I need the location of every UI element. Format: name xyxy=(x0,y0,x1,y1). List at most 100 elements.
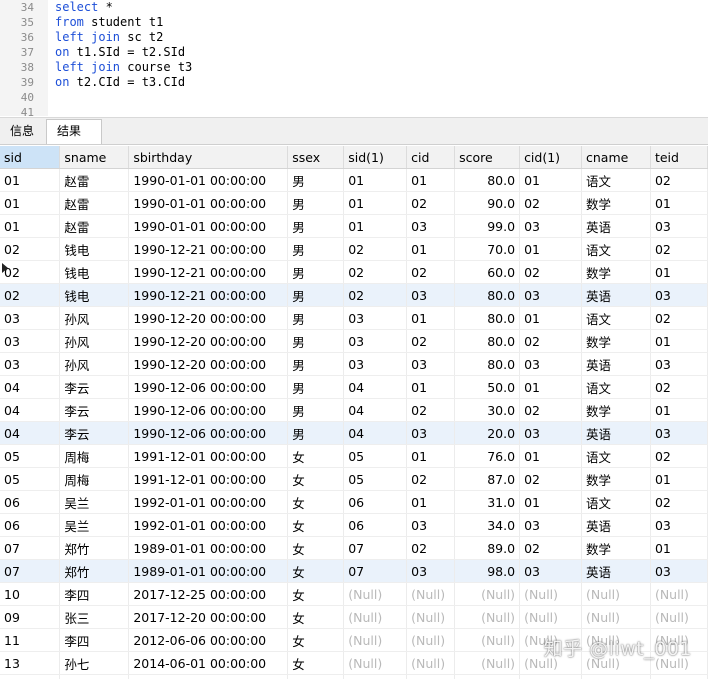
table-cell[interactable]: (Null) xyxy=(406,605,456,629)
table-cell[interactable]: 1992-01-01 00:00:00 xyxy=(128,513,289,537)
table-cell[interactable]: 03 xyxy=(0,306,61,330)
table-cell[interactable]: 1992-01-01 00:00:00 xyxy=(128,490,289,514)
table-cell[interactable]: 03 xyxy=(519,214,582,238)
table-cell[interactable]: (Null) xyxy=(581,582,651,606)
table-cell[interactable]: 01 xyxy=(519,306,582,330)
table-cell[interactable]: 1990-01-01 00:00:00 xyxy=(128,214,289,238)
result-grid[interactable]: sid sname sbirthday ssex sid(1) cid score cid(1… xyxy=(0,146,708,679)
table-cell[interactable]: 99.0 xyxy=(454,214,521,238)
table-cell[interactable]: 01 xyxy=(650,191,708,215)
table-cell[interactable]: 05 xyxy=(343,444,408,468)
table-cell[interactable]: 吴兰 xyxy=(59,490,130,514)
table-cell[interactable]: 90.0 xyxy=(454,191,521,215)
table-cell[interactable]: 04 xyxy=(0,398,61,422)
table-cell[interactable]: 男 xyxy=(287,191,345,215)
table-row[interactable]: 05 周梅 1991-12-01 00:00:00 女 05 02 87.0 02 数学 01 xyxy=(0,467,708,491)
table-cell[interactable]: 2017-12-20 00:00:00 xyxy=(128,605,289,629)
table-cell[interactable]: 04 xyxy=(0,421,61,445)
table-cell[interactable]: 31.0 xyxy=(454,490,521,514)
table-cell[interactable]: 80.0 xyxy=(454,168,521,192)
table-cell[interactable]: 09 xyxy=(0,605,61,629)
table-cell[interactable]: (Null) xyxy=(343,628,408,652)
table-cell[interactable]: 80.0 xyxy=(454,329,521,353)
table-cell[interactable]: (Null) xyxy=(454,605,521,629)
table-cell[interactable]: 女 xyxy=(287,536,345,560)
table-cell[interactable]: 男 xyxy=(287,398,345,422)
table-row[interactable]: 01 赵雷 1990-01-01 00:00:00 男 01 03 99.0 03 英语 03 xyxy=(0,214,708,238)
table-cell[interactable]: 郑竹 xyxy=(59,559,130,583)
table-cell[interactable]: 10 xyxy=(0,582,61,606)
table-cell[interactable]: 01 xyxy=(650,536,708,560)
table-cell[interactable]: 01 xyxy=(406,444,456,468)
table-row[interactable]: 04 李云 1990-12-06 00:00:00 男 04 03 20.0 03 英语 03 xyxy=(0,421,708,445)
table-cell[interactable]: 数学 xyxy=(581,467,651,491)
table-cell[interactable]: 钱电 xyxy=(59,260,130,284)
table-cell[interactable]: 钱电 xyxy=(59,283,130,307)
table-cell[interactable]: 男 xyxy=(287,375,345,399)
table-cell[interactable]: 03 xyxy=(650,352,708,376)
table-row[interactable]: 10 李四 2017-12-25 00:00:00 女 (Null) (Null) (Nul… xyxy=(0,582,708,606)
column-header-sid[interactable]: sid xyxy=(0,146,61,169)
table-cell[interactable]: 李四 xyxy=(59,628,130,652)
table-cell[interactable]: 02 xyxy=(406,191,456,215)
table-cell[interactable]: 02 xyxy=(0,283,61,307)
table-cell[interactable]: 吴兰 xyxy=(59,513,130,537)
table-cell[interactable]: 02 xyxy=(650,490,708,514)
table-cell[interactable]: 02 xyxy=(519,260,582,284)
table-cell[interactable]: 1990-12-20 00:00:00 xyxy=(128,306,289,330)
table-cell[interactable]: 07 xyxy=(0,536,61,560)
table-cell[interactable]: 1990-12-06 00:00:00 xyxy=(128,398,289,422)
sql-editor[interactable]: 34 select * 35 from student t1 36 left join s… xyxy=(0,0,708,119)
column-header-ssex[interactable]: ssex xyxy=(287,146,345,169)
table-cell[interactable]: 李云 xyxy=(59,375,130,399)
table-cell[interactable]: 03 xyxy=(406,352,456,376)
table-cell[interactable]: 80.0 xyxy=(454,306,521,330)
table-cell[interactable]: 05 xyxy=(343,467,408,491)
table-cell[interactable]: 1990-12-21 00:00:00 xyxy=(128,283,289,307)
table-row[interactable]: 06 吴兰 1992-01-01 00:00:00 女 06 03 34.0 03 英语 03 xyxy=(0,513,708,537)
table-cell[interactable]: (Null) xyxy=(343,605,408,629)
table-cell[interactable]: 2014-06-01 00:00:00 xyxy=(128,651,289,675)
table-cell[interactable]: 07 xyxy=(0,559,61,583)
table-cell[interactable]: 语文 xyxy=(581,444,651,468)
table-cell[interactable]: 张三 xyxy=(59,605,130,629)
table-row[interactable]: 04 李云 1990-12-06 00:00:00 男 04 02 30.0 02 数学 01 xyxy=(0,398,708,422)
table-row[interactable]: 02 钱电 1990-12-21 00:00:00 男 02 01 70.0 01 语文 02 xyxy=(0,237,708,261)
column-header-cid[interactable]: cid xyxy=(406,146,456,169)
table-cell[interactable]: 03 xyxy=(0,352,61,376)
table-cell[interactable]: 数学 xyxy=(581,191,651,215)
table-cell[interactable]: 女 xyxy=(287,559,345,583)
table-cell[interactable]: 02 xyxy=(406,398,456,422)
table-cell[interactable]: (Null) xyxy=(406,651,456,675)
table-cell[interactable]: 数学 xyxy=(581,329,651,353)
table-row[interactable]: 02 钱电 1990-12-21 00:00:00 男 02 02 60.0 02 数学 01 xyxy=(0,260,708,284)
table-cell[interactable]: 周梅 xyxy=(59,444,130,468)
table-cell[interactable]: 03 xyxy=(650,513,708,537)
table-cell[interactable]: 女 xyxy=(287,582,345,606)
table-cell[interactable]: 01 xyxy=(0,214,61,238)
table-cell[interactable]: 女 xyxy=(287,628,345,652)
table-cell[interactable]: 12 xyxy=(0,674,61,679)
table-cell[interactable]: 01 xyxy=(650,398,708,422)
table-cell[interactable]: 01 xyxy=(519,490,582,514)
column-header-sbirthday[interactable]: sbirthday xyxy=(128,146,289,169)
table-cell[interactable]: 语文 xyxy=(581,237,651,261)
table-cell[interactable]: 1991-12-01 00:00:00 xyxy=(128,444,289,468)
table-cell[interactable]: 01 xyxy=(406,168,456,192)
table-cell[interactable]: 01 xyxy=(650,260,708,284)
tab-result-1[interactable]: 结果 1 xyxy=(46,119,102,161)
table-cell[interactable]: (Null) xyxy=(406,582,456,606)
table-cell[interactable]: 01 xyxy=(519,168,582,192)
table-cell[interactable]: 03 xyxy=(406,283,456,307)
table-cell[interactable]: 李云 xyxy=(59,398,130,422)
table-cell[interactable]: 13 xyxy=(0,651,61,675)
table-cell[interactable]: 02 xyxy=(519,191,582,215)
table-cell[interactable]: 孙风 xyxy=(59,352,130,376)
table-cell[interactable]: 01 xyxy=(406,237,456,261)
table-cell[interactable]: 80.0 xyxy=(454,352,521,376)
table-cell[interactable]: 01 xyxy=(0,191,61,215)
table-cell[interactable]: 赵雷 xyxy=(59,191,130,215)
table-cell[interactable]: 男 xyxy=(287,329,345,353)
table-cell[interactable]: 87.0 xyxy=(454,467,521,491)
table-cell[interactable]: 1990-12-21 00:00:00 xyxy=(128,260,289,284)
